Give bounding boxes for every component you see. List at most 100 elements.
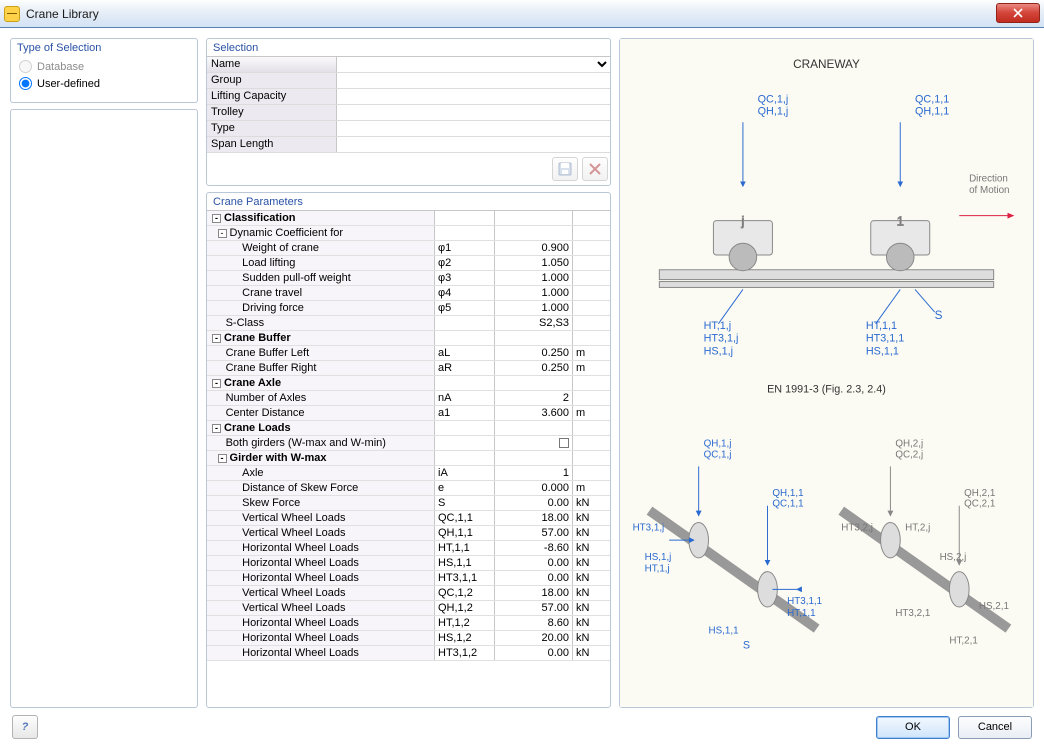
sel-lifting-label: Lifting Capacity [207, 89, 337, 104]
svg-text:QC,1,1: QC,1,1 [915, 94, 949, 106]
sel-trolley-label: Trolley [207, 105, 337, 120]
svg-text:HT3,1,j: HT3,1,j [633, 522, 665, 533]
expand-icon[interactable]: - [212, 424, 221, 433]
param-row: Sudden pull-off weightφ31.000 [207, 271, 610, 286]
svg-text:HS,2,j: HS,2,j [940, 552, 967, 563]
expand-icon[interactable]: - [212, 334, 221, 343]
param-row: Crane Buffer RightaR0.250m [207, 361, 610, 376]
type-of-selection-title: Type of Selection [11, 39, 197, 56]
svg-text:QH,2,1: QH,2,1 [964, 488, 995, 499]
svg-text:HT,1,1: HT,1,1 [787, 608, 815, 619]
svg-text:HT,1,1: HT,1,1 [866, 320, 897, 332]
svg-text:CRANEWAY: CRANEWAY [793, 57, 860, 71]
radio-database-input [19, 60, 32, 73]
param-row: Number of AxlesnA2 [207, 391, 610, 406]
svg-text:QC,2,j: QC,2,j [895, 450, 923, 461]
svg-text:S: S [935, 308, 943, 322]
window-title: Crane Library [26, 7, 99, 21]
svg-text:HT3,1,j: HT3,1,j [704, 333, 739, 345]
svg-text:j: j [740, 214, 744, 229]
param-row: Horizontal Wheel LoadsHT,1,1-8.60kN [207, 541, 610, 556]
param-row: Crane travelφ41.000 [207, 286, 610, 301]
save-button[interactable] [552, 157, 578, 181]
expand-icon[interactable]: - [218, 454, 227, 463]
sel-trolley-value[interactable] [337, 105, 610, 120]
save-icon [558, 162, 572, 176]
sel-name-label: Name [207, 57, 337, 72]
svg-text:HT,2,j: HT,2,j [905, 522, 930, 533]
cancel-button[interactable]: Cancel [958, 716, 1032, 739]
ok-button[interactable]: OK [876, 716, 950, 739]
craneway-diagram: CRANEWAY j 1 [620, 39, 1033, 707]
app-icon [4, 6, 20, 22]
param-row: Vertical Wheel LoadsQC,1,118.00kN [207, 511, 610, 526]
svg-text:HS,1,1: HS,1,1 [866, 345, 899, 357]
svg-text:HT,1,j: HT,1,j [645, 564, 670, 575]
svg-text:HT3,2,j: HT3,2,j [841, 522, 873, 533]
sel-name-dropdown[interactable] [337, 57, 610, 72]
svg-text:Direction: Direction [969, 173, 1008, 184]
svg-text:QC,2,1: QC,2,1 [964, 499, 995, 510]
selection-grid: Name Group Lifting Capacity Trolley Type… [207, 56, 610, 153]
sel-type-value[interactable] [337, 121, 610, 136]
crane-parameters-grid: -Classification -Dynamic Coefficient for… [207, 210, 610, 661]
svg-text:of Motion: of Motion [969, 185, 1009, 196]
svg-text:QC,1,j: QC,1,j [758, 94, 789, 106]
param-row: AxleiA1 [207, 466, 610, 481]
radio-database: Database [19, 60, 189, 73]
param-row: Vertical Wheel LoadsQC,1,218.00kN [207, 586, 610, 601]
close-icon [1013, 8, 1023, 18]
diagram-panel: CRANEWAY j 1 [619, 38, 1034, 708]
svg-text:S: S [743, 639, 750, 651]
help-button[interactable]: ? [12, 715, 38, 739]
sel-span-value[interactable] [337, 137, 610, 152]
svg-text:HS,2,1: HS,2,1 [979, 601, 1009, 612]
delete-button[interactable] [582, 157, 608, 181]
svg-text:HT3,1,1: HT3,1,1 [866, 333, 904, 345]
svg-text:HS,1,1: HS,1,1 [709, 626, 739, 637]
svg-text:1: 1 [897, 214, 904, 229]
expand-icon[interactable]: - [218, 229, 227, 238]
sel-group-value[interactable] [337, 73, 610, 88]
svg-text:QC,1,1: QC,1,1 [772, 499, 803, 510]
svg-text:HT,2,1: HT,2,1 [949, 635, 977, 646]
expand-icon[interactable]: - [212, 214, 221, 223]
param-row: Vertical Wheel LoadsQH,1,157.00kN [207, 526, 610, 541]
delete-icon [589, 163, 601, 175]
radio-user-defined-input[interactable] [19, 77, 32, 90]
svg-text:EN 1991-3 (Fig. 2.3, 2.4): EN 1991-3 (Fig. 2.3, 2.4) [767, 384, 886, 396]
sel-type-label: Type [207, 121, 337, 136]
svg-text:QH,1,1: QH,1,1 [915, 105, 949, 117]
param-row: Crane Buffer LeftaL0.250m [207, 346, 610, 361]
footer: ? OK Cancel [0, 708, 1044, 746]
radio-user-defined[interactable]: User-defined [19, 77, 189, 90]
svg-text:HT,1,j: HT,1,j [704, 320, 732, 332]
param-row: Distance of Skew Forcee0.000m [207, 481, 610, 496]
svg-text:HT3,2,1: HT3,2,1 [895, 608, 930, 619]
svg-text:HS,1,j: HS,1,j [704, 345, 733, 357]
expand-icon[interactable]: - [212, 379, 221, 388]
crane-parameters-panel: Crane Parameters -Classification -Dynami… [206, 192, 611, 708]
param-row: Horizontal Wheel LoadsHT3,1,20.00kN [207, 646, 610, 661]
param-row: Load liftingφ21.050 [207, 256, 610, 271]
svg-text:QH,1,j: QH,1,j [758, 105, 789, 117]
param-row: Horizontal Wheel LoadsHS,1,10.00kN [207, 556, 610, 571]
param-row: Weight of craneφ10.900 [207, 241, 610, 256]
param-row: Skew ForceS0.00kN [207, 496, 610, 511]
param-row: Vertical Wheel LoadsQH,1,257.00kN [207, 601, 610, 616]
param-row: Driving forceφ51.000 [207, 301, 610, 316]
sel-lifting-value[interactable] [337, 89, 610, 104]
both-girders-checkbox[interactable] [559, 438, 569, 448]
type-of-selection-panel: Type of Selection Database User-defined [10, 38, 198, 103]
svg-text:QC,1,j: QC,1,j [704, 450, 732, 461]
svg-text:QH,1,1: QH,1,1 [772, 488, 803, 499]
sel-span-label: Span Length [207, 137, 337, 152]
param-row: Horizontal Wheel LoadsHS,1,220.00kN [207, 631, 610, 646]
svg-text:HT3,1,1: HT3,1,1 [787, 596, 822, 607]
close-button[interactable] [996, 3, 1040, 23]
crane-parameters-title: Crane Parameters [207, 193, 610, 210]
left-blank-panel [10, 109, 198, 708]
param-row: Horizontal Wheel LoadsHT3,1,10.00kN [207, 571, 610, 586]
selection-panel: Selection Name Group Lifting Capacity Tr… [206, 38, 611, 186]
svg-text:QH,2,j: QH,2,j [895, 439, 923, 450]
